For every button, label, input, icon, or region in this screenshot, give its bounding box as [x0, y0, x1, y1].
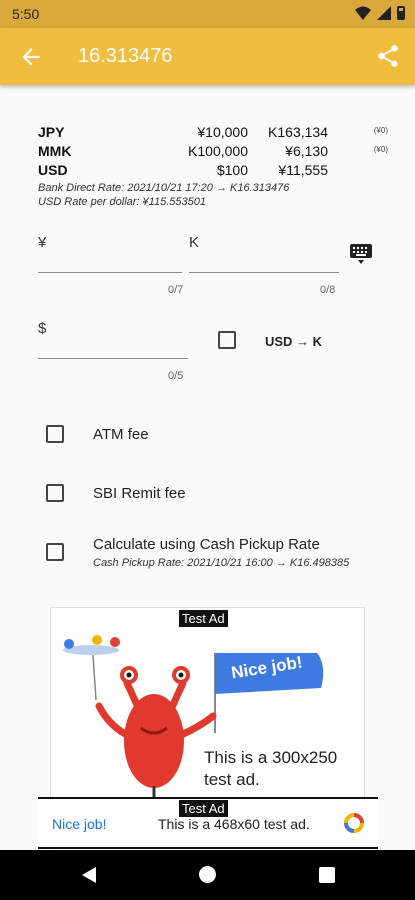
system-nav-bar — [0, 850, 415, 900]
cash-pickup-checkbox[interactable] — [46, 543, 64, 561]
share-icon[interactable] — [375, 43, 401, 69]
k-input[interactable] — [189, 272, 339, 273]
rate-code: JPY — [38, 124, 65, 140]
ad-body-line1: This is a 300x250 — [204, 748, 338, 767]
ad-body-text: This is a 300x250 test ad. — [204, 747, 364, 791]
app-bar: 16.313476 — [0, 28, 415, 85]
signal-icon — [377, 6, 391, 20]
page-title: 16.313476 — [78, 45, 173, 67]
ball-red — [110, 637, 120, 647]
rate-value-left: ¥10,000 — [197, 124, 248, 140]
atm-fee-label: ATM fee — [93, 426, 149, 443]
ad-logo-icon — [344, 813, 364, 833]
rate-value-right: K163,134 — [268, 124, 328, 140]
test-ad-tag-banner: Test Ad — [179, 800, 228, 817]
rate-code: USD — [38, 162, 68, 178]
atm-fee-checkbox[interactable] — [46, 425, 64, 443]
yen-input[interactable] — [38, 272, 182, 273]
status-icons — [355, 6, 405, 20]
rate-note: (¥0) — [373, 145, 388, 154]
rate-row-jpy: JPY ¥10,000 K163,134 (¥0) — [38, 124, 388, 143]
nav-back-icon[interactable] — [80, 866, 98, 884]
bank-direct-rate: Bank Direct Rate: 2021/10/21 17:20 → K16… — [38, 182, 290, 194]
rate-code: MMK — [38, 143, 72, 159]
rates-summary: JPY ¥10,000 K163,134 (¥0) MMK K100,000 ¥… — [38, 124, 388, 209]
k-field-label: K — [189, 234, 200, 251]
rate-row-usd: USD $100 ¥11,555 — [38, 162, 388, 181]
usd-rate: USD Rate per dollar: ¥115.553501 — [38, 196, 206, 208]
rate-note: (¥0) — [373, 126, 388, 135]
rate-value-left: K100,000 — [188, 143, 248, 159]
usd-to-k-label: USD → K — [265, 334, 323, 349]
cash-pickup-label: Calculate using Cash Pickup Rate — [93, 536, 320, 553]
status-bar: 5:50 — [0, 0, 415, 28]
test-ad-tag: Test Ad — [179, 610, 228, 627]
ball-blue — [64, 639, 74, 649]
wifi-icon — [355, 6, 371, 20]
rate-row-mmk: MMK K100,000 ¥6,130 (¥0) — [38, 143, 388, 162]
keyboard-icon[interactable] — [349, 243, 373, 265]
rate-value-right: ¥11,555 — [278, 162, 328, 178]
yen-field-label: ¥ — [38, 234, 47, 251]
nav-home-icon[interactable] — [199, 866, 216, 883]
rate-value-left: $100 — [216, 162, 248, 178]
cash-pickup-note: Cash Pickup Rate: 2021/10/21 16:00 → K16… — [93, 557, 350, 569]
status-time: 5:50 — [12, 6, 40, 22]
nav-recents-icon[interactable] — [319, 867, 335, 883]
sbi-remit-fee-checkbox[interactable] — [46, 484, 64, 502]
usd-counter: 0/5 — [168, 370, 184, 382]
rate-value-right: ¥6,130 — [285, 143, 328, 159]
ad-body-line2: test ad. — [204, 770, 260, 789]
usd-field-label: $ — [38, 320, 47, 337]
k-counter: 0/8 — [320, 284, 336, 296]
battery-icon — [397, 6, 405, 20]
usd-to-k-checkbox[interactable] — [218, 331, 236, 349]
yen-counter: 0/7 — [168, 284, 184, 296]
usd-input[interactable] — [38, 358, 188, 359]
ball-yellow — [92, 635, 102, 645]
arrow-back-icon[interactable] — [18, 44, 44, 70]
sbi-remit-fee-label: SBI Remit fee — [93, 485, 186, 502]
banner-nice-text: Nice job! — [52, 816, 107, 832]
banner-text: This is a 468x60 test ad. — [158, 816, 310, 832]
